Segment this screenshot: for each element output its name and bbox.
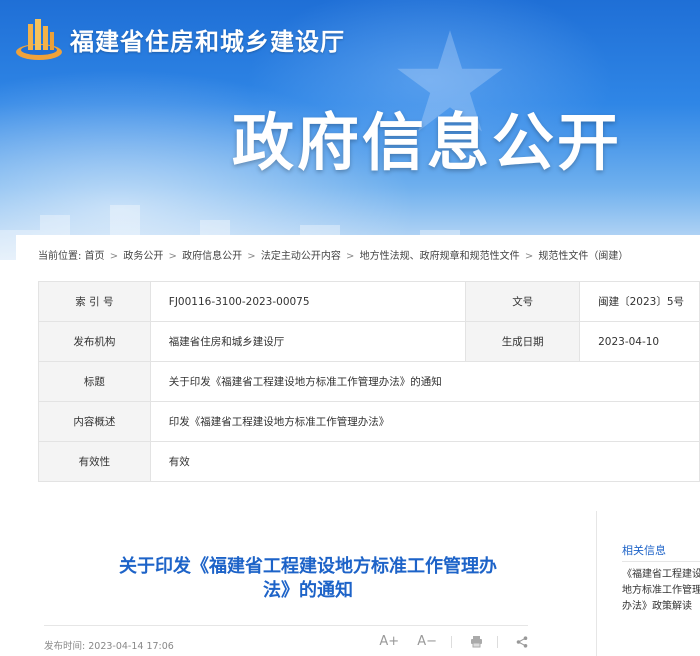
related-info-link[interactable]: 《福建省工程建设地方标准工作管理办法》政策解读 [622,567,700,615]
site-logo[interactable]: 福建省住房和城乡建设厅 [14,16,345,62]
title-label: 标题 [38,361,151,402]
side-divider [596,511,597,656]
breadcrumb-gov-info[interactable]: 政府信息公开 [182,251,242,262]
banner-title: 政府信息公开 [232,106,623,179]
header-banner: 福建省住房和城乡建设厅 政府信息公开 [0,0,700,260]
breadcrumb-statutory[interactable]: 法定主动公开内容 [261,251,341,262]
summary-label: 内容概述 [38,401,151,442]
font-increase-button[interactable]: A+ [379,634,399,649]
content-card: 当前位置: 首页 > 政务公开 > 政府信息公开 > 法定主动公开内容 > 地方… [16,235,700,656]
index-value: FJ00116-3100-2023-00075 [149,281,467,322]
breadcrumb-gov-affairs[interactable]: 政务公开 [123,251,163,262]
breadcrumb: 当前位置: 首页 > 政务公开 > 政府信息公开 > 法定主动公开内容 > 地方… [38,247,628,262]
font-decrease-button[interactable]: A− [417,634,437,649]
publish-time: 2023-04-14 17:06 [88,641,174,652]
table-row: 发布机构 福建省住房和城乡建设厅 生成日期 2023-04-10 [38,321,700,362]
title-value: 关于印发《福建省工程建设地方标准工作管理办法》的通知 [149,361,700,402]
date-value: 2023-04-10 [579,321,700,362]
tool-divider [451,635,452,648]
article-tools: A+ A− [361,634,528,649]
article-meta-bar: 发布时间: 2023-04-14 17:06 A+ A− [44,625,528,656]
summary-value: 印发《福建省工程建设地方标准工作管理办法》 [149,401,700,442]
publish-info: 发布时间: 2023-04-14 17:06 [44,638,174,652]
table-row: 有效性 有效 [38,441,700,482]
info-meta-table: 索 引 号 FJ00116-3100-2023-00075 文号 闽建〔2023… [38,281,700,482]
validity-label: 有效性 [38,441,151,482]
breadcrumb-home[interactable]: 首页 [85,251,105,262]
breadcrumb-separator: > [109,251,119,262]
print-button[interactable] [470,635,483,648]
share-icon [516,635,528,648]
site-name: 福建省住房和城乡建设厅 [70,27,345,56]
doc-number-value: 闽建〔2023〕5号 [579,281,700,322]
breadcrumb-prefix: 当前位置: [38,251,82,262]
article-title: 关于印发《福建省工程建设地方标准工作管理办法》的通知 [119,556,497,601]
related-info-underline [622,561,700,562]
logo-icon [16,19,62,60]
validity-value: 有效 [149,441,700,482]
breadcrumb-separator: > [346,251,355,262]
doc-number-label: 文号 [465,281,581,322]
table-row: 索 引 号 FJ00116-3100-2023-00075 文号 闽建〔2023… [38,281,700,322]
table-row: 标题 关于印发《福建省工程建设地方标准工作管理办法》的通知 [38,361,700,402]
issuer-value: 福建省住房和城乡建设厅 [149,321,467,362]
breadcrumb-separator: > [247,251,256,262]
publish-label: 发布时间: [44,641,86,652]
issuer-label: 发布机构 [38,321,151,362]
breadcrumb-normative-docs[interactable]: 规范性文件（闽建） [538,251,628,262]
related-info-title: 相关信息 [622,544,666,557]
breadcrumb-regulations[interactable]: 地方性法规、政府规章和规范性文件 [360,251,520,262]
print-icon [471,636,482,648]
breadcrumb-separator: > [168,251,177,262]
index-label: 索 引 号 [38,281,151,322]
tool-divider [497,635,498,648]
breadcrumb-separator: > [524,251,534,262]
date-label: 生成日期 [465,321,581,362]
table-row: 内容概述 印发《福建省工程建设地方标准工作管理办法》 [38,401,700,442]
share-button[interactable] [516,635,528,648]
